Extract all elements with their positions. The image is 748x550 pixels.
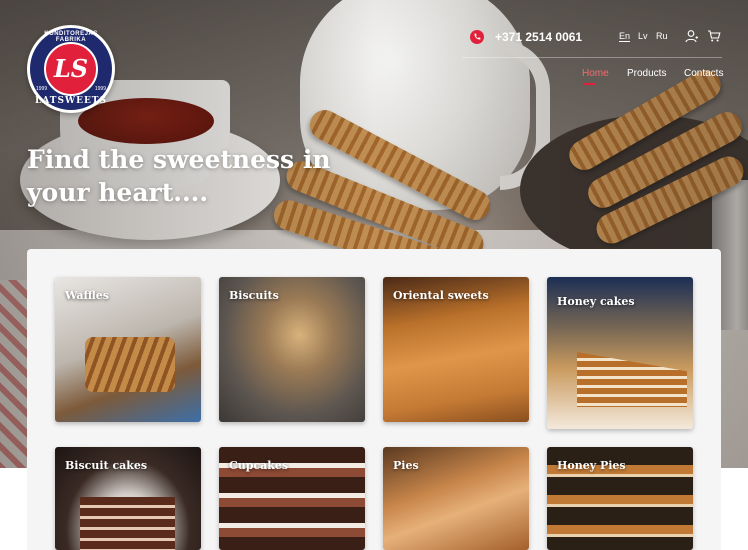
product-card-honey-cakes[interactable]: Honey cakes (547, 277, 693, 429)
headline-line-1: Find the sweetness in (27, 145, 331, 174)
lang-ru[interactable]: Ru (656, 31, 668, 41)
lang-en[interactable]: En (619, 31, 631, 42)
logo-monogram: LS (53, 54, 89, 83)
product-label: Honey Pies (557, 459, 626, 472)
product-card-biscuits[interactable]: Biscuits (219, 277, 365, 422)
phone-icon (470, 30, 484, 44)
logo-brand-name: LATSWEETS (34, 96, 108, 106)
cart-icon[interactable] (707, 29, 721, 43)
logo-year-left: 1999 (36, 86, 48, 92)
lang-lv[interactable]: Lv (638, 31, 648, 41)
product-label: Biscuit cakes (65, 459, 148, 472)
product-label: Oriental sweets (393, 289, 489, 302)
product-card-honey-pies[interactable]: Honey Pies (547, 447, 693, 550)
nav-active-indicator (583, 83, 595, 85)
logo-year-right: 1999 (94, 86, 106, 92)
nav-contacts[interactable]: Contacts (684, 68, 723, 79)
product-card-cupcakes[interactable]: Cupcakes (219, 447, 365, 550)
phone-number[interactable]: +371 2514 0061 (495, 30, 582, 44)
product-label: Pies (393, 459, 419, 472)
product-card-biscuit-cakes[interactable]: Biscuit cakes (55, 447, 201, 550)
hero-headline: Find the sweetness in your heart.... (27, 143, 357, 209)
product-card-oriental-sweets[interactable]: Oriental sweets (383, 277, 529, 422)
product-label: Cupcakes (229, 459, 289, 472)
product-label: Waffles (65, 289, 109, 302)
product-card-waffles[interactable]: Waffles (55, 277, 201, 422)
product-card-pies[interactable]: Pies (383, 447, 529, 550)
top-bar: +371 2514 0061 En Lv Ru (460, 28, 730, 48)
header-divider (462, 57, 722, 58)
headline-line-2: your heart.... (27, 178, 209, 207)
user-icon[interactable] (685, 29, 699, 43)
product-label: Biscuits (229, 289, 279, 302)
nav-home[interactable]: Home (582, 68, 609, 79)
nav-products[interactable]: Products (627, 68, 666, 79)
brand-logo[interactable]: KONDITOREJAS FABRIKA LS 1999 1999 LATSWE… (27, 25, 115, 113)
product-label: Honey cakes (557, 295, 635, 308)
